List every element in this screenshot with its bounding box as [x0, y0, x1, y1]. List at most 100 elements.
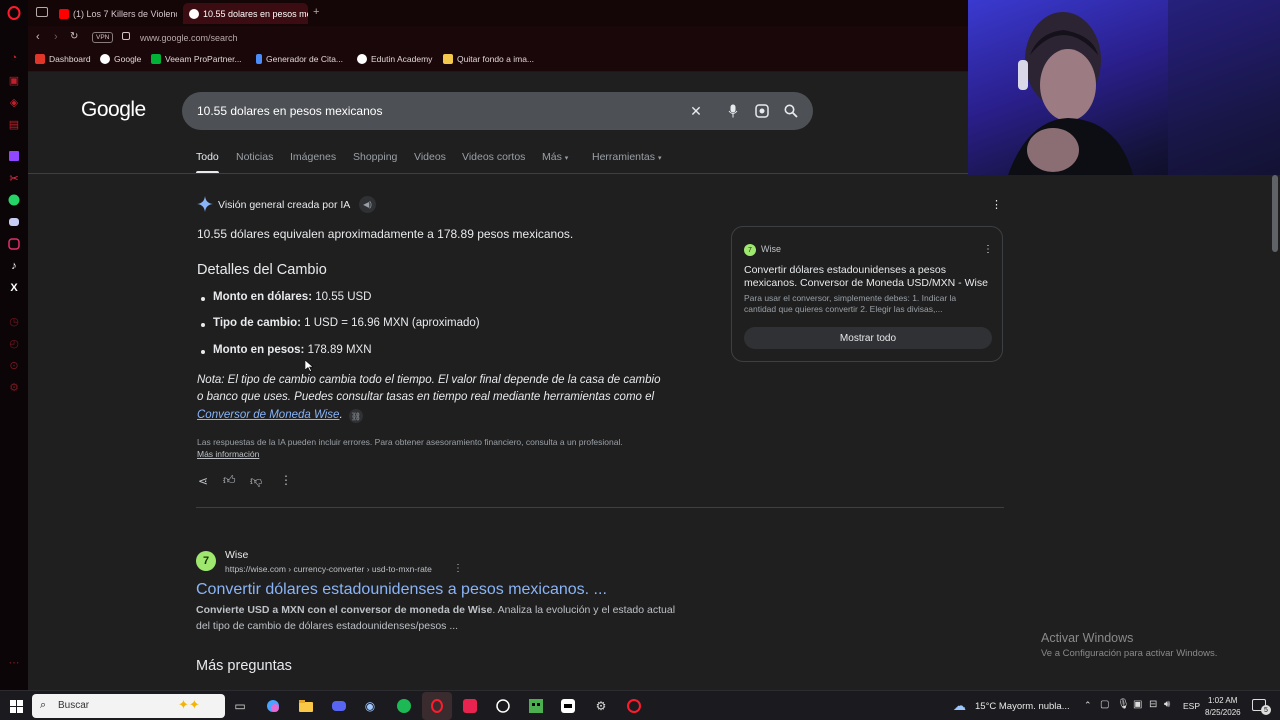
steam-icon[interactable]: ◉	[362, 698, 378, 714]
page-scrollbar[interactable]	[1270, 175, 1280, 690]
google-logo[interactable]: Google	[81, 98, 146, 122]
vpn-badge[interactable]: VPN	[92, 32, 114, 43]
aria-icon[interactable]: ◔	[7, 51, 21, 65]
tiktok-taskbar-icon[interactable]	[462, 698, 478, 714]
note-line-3: Conversor de Moneda Wise.	[197, 409, 343, 421]
x-icon[interactable]: X	[7, 281, 21, 295]
lock-icon[interactable]	[122, 32, 130, 40]
file-explorer-icon[interactable]	[298, 698, 314, 714]
bookmark-edutin[interactable]: Edutin Academy	[357, 54, 432, 64]
network-icon[interactable]: ⊟	[1149, 699, 1157, 710]
instagram-icon[interactable]	[7, 237, 21, 251]
discord-taskbar-icon[interactable]	[331, 698, 347, 714]
tray-chevron-up-icon[interactable]: ⌃	[1084, 700, 1092, 711]
speaker-icon[interactable]: ◀)	[359, 196, 376, 213]
opera-taskbar-icon[interactable]	[429, 698, 445, 714]
tab-google-search[interactable]: 10.55 dolares en pesos me	[183, 3, 308, 24]
twitch-icon[interactable]	[7, 149, 21, 163]
tab-label: 10.55 dolares en pesos me	[203, 8, 308, 19]
windows-start-icon[interactable]	[8, 698, 24, 714]
tiktok-icon[interactable]: ♪	[7, 259, 21, 273]
thumbs-up-icon[interactable]: 👍︎	[223, 473, 236, 488]
tab-imagenes[interactable]: Imágenes	[290, 151, 336, 163]
result-url[interactable]: https://wise.com › currency-converter › …	[225, 564, 432, 574]
spotify-icon[interactable]	[396, 698, 412, 714]
settings-taskbar-icon[interactable]: ⚙	[593, 698, 609, 714]
card-desc-1: Para usar el conversor, simplemente debe…	[744, 293, 957, 303]
more-info-link[interactable]: Más información	[197, 449, 259, 459]
thumbs-down-icon[interactable]: 👎︎	[250, 474, 262, 489]
clock-time[interactable]: 1:02 AM	[1208, 696, 1237, 705]
settings-icon[interactable]: ⚙	[7, 380, 21, 394]
bookmark-veeam[interactable]: Veeam ProPartner...	[151, 54, 242, 64]
tab-todo[interactable]: Todo	[196, 151, 219, 163]
task-view-icon[interactable]: ▭	[232, 698, 248, 714]
google-icon	[100, 54, 110, 64]
google-favicon-icon	[189, 8, 199, 19]
minecraft-icon[interactable]	[528, 698, 544, 714]
tab-videos-cortos[interactable]: Videos cortos	[462, 151, 525, 163]
tab-menu-icon[interactable]	[36, 7, 48, 17]
wise-converter-link[interactable]: Conversor de Moneda Wise	[197, 409, 339, 421]
share-icon[interactable]: ⋖	[198, 474, 208, 488]
card-more-icon[interactable]: ⋮	[983, 244, 993, 255]
tab-videos[interactable]: Videos	[414, 151, 446, 163]
bag-icon[interactable]: ▣	[7, 73, 21, 87]
opera-gx-icon[interactable]	[626, 698, 642, 714]
bookmark-quitar-fondo[interactable]: Quitar fondo a ima...	[443, 54, 534, 64]
news-icon[interactable]: ▤	[7, 117, 21, 131]
bookmark-google[interactable]: Google	[100, 54, 141, 64]
show-all-button[interactable]: Mostrar todo	[744, 327, 992, 349]
tab-noticias[interactable]: Noticias	[236, 151, 273, 163]
microphone-tray-icon[interactable]: 🎙︎	[1117, 699, 1130, 710]
search-icon[interactable]	[782, 102, 800, 120]
tray-app-icon[interactable]: ▢	[1100, 699, 1109, 710]
tab-mas[interactable]: Más ▾	[542, 151, 568, 163]
bullet	[201, 297, 205, 301]
microphone-icon[interactable]	[724, 102, 742, 120]
history-icon[interactable]: ◷	[7, 314, 21, 328]
reload-icon[interactable]: ↻	[70, 31, 78, 42]
weather-icon[interactable]: ☁	[953, 698, 966, 714]
bookmark-icon	[256, 54, 262, 64]
tab-youtube[interactable]: (1) Los 7 Killers de Violenc	[53, 3, 177, 24]
discord-icon[interactable]	[7, 215, 21, 229]
result-more-icon[interactable]: ⋮	[453, 563, 463, 574]
url-field[interactable]: www.google.com/search	[140, 33, 238, 43]
more-icon[interactable]: ⋯	[7, 655, 21, 669]
more-options-icon[interactable]: ⋮	[280, 473, 292, 487]
whatsapp-icon[interactable]	[7, 193, 21, 207]
chevron-down-icon: ▾	[564, 155, 569, 162]
download-icon[interactable]: ⊙	[7, 358, 21, 372]
weather-text[interactable]: 15°C Mayorm. nubla...	[975, 701, 1070, 712]
xbox-icon[interactable]	[495, 698, 511, 714]
forward-icon[interactable]: ›	[54, 31, 58, 43]
bookmark-dashboard[interactable]: Dashboard	[35, 54, 91, 64]
source-card[interactable]: 7 Wise ⋮ Convertir dólares estadounidens…	[731, 226, 1003, 362]
clear-icon[interactable]: ✕	[687, 102, 705, 120]
taskbar-search-input[interactable]: ⌕ Buscar ✦✦	[32, 694, 225, 718]
ai-overview-more-icon[interactable]: ⋮	[991, 198, 1002, 211]
link-chip-icon[interactable]: ⛓	[349, 409, 363, 423]
capcut-icon[interactable]	[560, 698, 576, 714]
scrollbar-thumb[interactable]	[1272, 175, 1278, 252]
ai-disclaimer: Las respuestas de la IA pueden incluir e…	[197, 437, 623, 447]
back-icon[interactable]: ‹	[36, 31, 40, 43]
clock-icon[interactable]: ◴	[7, 336, 21, 350]
language-indicator[interactable]: ESP	[1183, 701, 1200, 711]
bookmark-generador[interactable]: Generador de Cita...	[256, 54, 343, 64]
new-tab-button[interactable]: +	[313, 6, 319, 18]
result-title-link[interactable]: Convertir dólares estadounidenses a peso…	[196, 581, 607, 599]
display-tray-icon[interactable]: ▣	[1133, 699, 1142, 710]
shield-icon[interactable]: ◈	[7, 95, 21, 109]
search-input[interactable]: 10.55 dolares en pesos mexicanos ✕	[182, 92, 813, 130]
opera-logo-icon[interactable]	[7, 6, 21, 20]
lens-icon[interactable]	[753, 102, 771, 120]
tab-herramientas[interactable]: Herramientas ▾	[592, 151, 661, 163]
tab-shopping[interactable]: Shopping	[353, 151, 397, 163]
volume-icon[interactable]: 🔊︎	[1164, 699, 1170, 710]
clock-date[interactable]: 8/25/2026	[1205, 708, 1241, 717]
copilot-icon[interactable]	[265, 698, 281, 714]
bullet	[201, 350, 205, 354]
scissors-icon[interactable]: ✂	[7, 171, 21, 185]
